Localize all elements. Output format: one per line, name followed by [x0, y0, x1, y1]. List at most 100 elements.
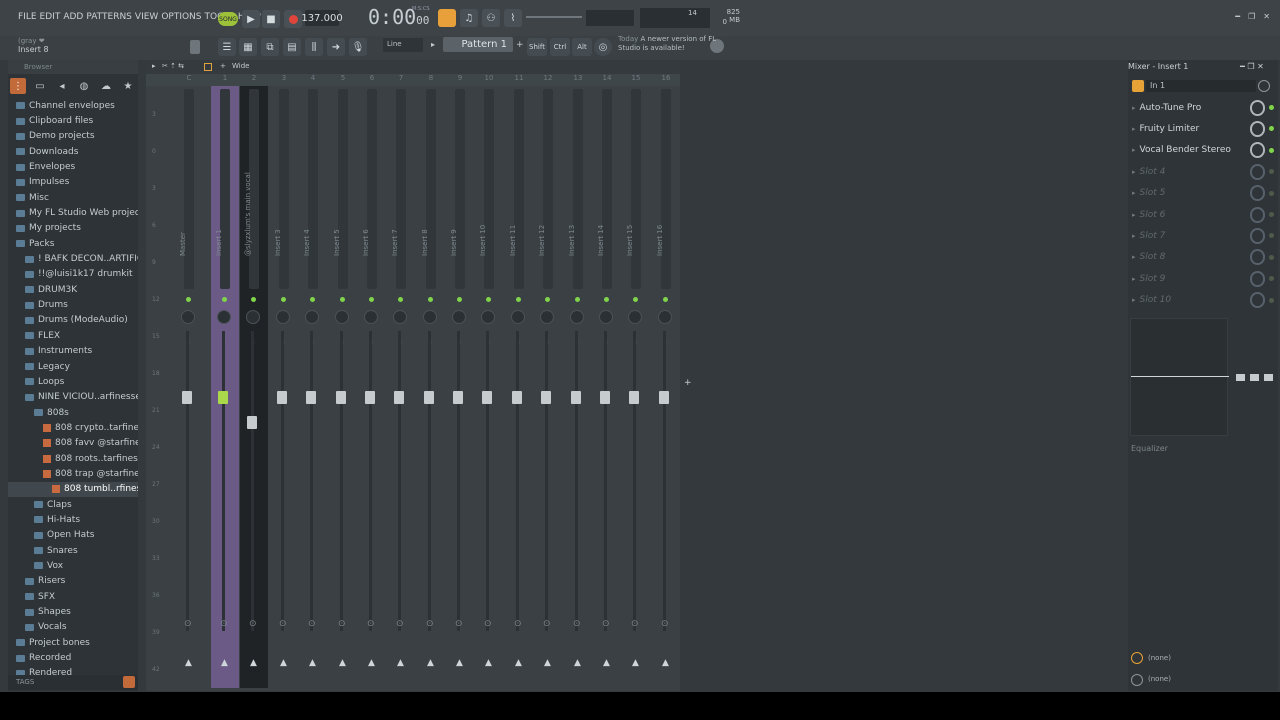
- record-button[interactable]: [284, 10, 302, 28]
- pan-knob[interactable]: [364, 310, 378, 324]
- slot-arrow-icon[interactable]: ▸: [1132, 168, 1136, 176]
- route-icon[interactable]: ⊙: [573, 619, 581, 629]
- volume-fader[interactable]: [365, 391, 375, 404]
- send-arrow-icon[interactable]: ▲: [515, 658, 522, 668]
- slot-mix-knob[interactable]: [1249, 227, 1266, 244]
- browser-item[interactable]: Misc: [8, 190, 138, 205]
- browser-item[interactable]: Impulses: [8, 175, 138, 190]
- browser-item[interactable]: Drums: [8, 297, 138, 312]
- restore-icon[interactable]: ❐: [1248, 12, 1255, 21]
- browser-item[interactable]: Shapes: [8, 604, 138, 619]
- route-icon[interactable]: ⊙: [426, 619, 434, 629]
- mixer-strip[interactable]: 2@slyzxlum's main vocal⇕⊙▲: [240, 74, 268, 688]
- browser-files-icon[interactable]: ▭: [32, 78, 48, 94]
- send-arrow-icon[interactable]: ▲: [632, 658, 639, 668]
- mute-led[interactable]: [251, 297, 256, 302]
- microphone-icon[interactable]: 🎙: [349, 38, 367, 56]
- slot-mix-knob[interactable]: [1249, 270, 1266, 287]
- pan-knob[interactable]: [452, 310, 466, 324]
- mixer-strip[interactable]: 11Insert 11⇕⊙▲: [505, 74, 533, 688]
- mixer-strip[interactable]: 1Insert 1⇕⊙▲: [211, 74, 239, 688]
- browser-star-icon[interactable]: ★: [120, 78, 136, 94]
- input-select[interactable]: In 1: [1146, 80, 1256, 92]
- effect-slot[interactable]: ▸ Fruity Limiter: [1132, 119, 1274, 138]
- strip-name[interactable]: Insert 16: [656, 196, 664, 256]
- slot-mix-knob[interactable]: [1249, 142, 1266, 159]
- volume-fader[interactable]: [306, 391, 316, 404]
- shift-button[interactable]: Shift: [527, 38, 547, 56]
- ctrl-button[interactable]: Ctrl: [550, 38, 570, 56]
- blend-notes-icon[interactable]: ♫: [460, 9, 478, 27]
- plugin-picker-icon[interactable]: ➜: [327, 38, 345, 56]
- mute-led[interactable]: [575, 297, 580, 302]
- mute-led[interactable]: [633, 297, 638, 302]
- pan-knob[interactable]: [658, 310, 672, 324]
- browser-item[interactable]: Demo projects: [8, 129, 138, 144]
- menu-edit[interactable]: EDIT: [40, 12, 61, 22]
- mute-led[interactable]: [545, 297, 550, 302]
- browser-item[interactable]: 808s: [8, 405, 138, 420]
- browser-item[interactable]: Open Hats: [8, 528, 138, 543]
- pan-knob[interactable]: [570, 310, 584, 324]
- mute-led[interactable]: [310, 297, 315, 302]
- mixer-strip[interactable]: 5Insert 5⇕⊙▲: [329, 74, 357, 688]
- browser-tag-icon[interactable]: ◂: [54, 78, 70, 94]
- mute-led[interactable]: [457, 297, 462, 302]
- send-arrow-icon[interactable]: ▲: [485, 658, 492, 668]
- browser-item[interactable]: Channel envelopes: [8, 98, 138, 113]
- strip-name[interactable]: Insert 12: [538, 196, 546, 256]
- route-icon[interactable]: ⊙: [661, 619, 669, 629]
- volume-fader[interactable]: [424, 391, 434, 404]
- volume-fader[interactable]: [482, 391, 492, 404]
- volume-fader[interactable]: [541, 391, 551, 404]
- send-arrow-icon[interactable]: ▲: [603, 658, 610, 668]
- mixer-strip[interactable]: 16Insert 16⇕⊙▲: [652, 74, 680, 688]
- send-arrow-icon[interactable]: ▲: [250, 658, 257, 668]
- route-icon[interactable]: ⊙: [631, 619, 639, 629]
- pan-knob[interactable]: [335, 310, 349, 324]
- slot-name[interactable]: Slot 7: [1140, 231, 1248, 241]
- browser-item[interactable]: 808 favv @starfinesse_: [8, 436, 138, 451]
- online-news-icon[interactable]: ◎: [594, 38, 612, 56]
- pan-knob[interactable]: [540, 310, 554, 324]
- volume-fader[interactable]: [336, 391, 346, 404]
- mixer-strip[interactable]: 10Insert 10⇕⊙▲: [475, 74, 503, 688]
- mixer-strip[interactable]: CMaster⇕⊙▲: [175, 74, 203, 688]
- slot-enable-led[interactable]: [1269, 212, 1274, 217]
- browser-item[interactable]: Clipboard files: [8, 113, 138, 128]
- pan-knob[interactable]: [423, 310, 437, 324]
- route-icon[interactable]: ⊙: [514, 619, 522, 629]
- browser-item[interactable]: Recorded: [8, 650, 138, 665]
- minimize-icon[interactable]: ━: [1235, 12, 1240, 21]
- send-arrow-icon[interactable]: ▲: [544, 658, 551, 668]
- close-icon[interactable]: ✕: [1263, 12, 1270, 21]
- pan-knob[interactable]: [628, 310, 642, 324]
- mute-led[interactable]: [398, 297, 403, 302]
- browser-item[interactable]: !!@luisi1k17 drumkit: [8, 267, 138, 282]
- slot-enable-led[interactable]: [1269, 233, 1274, 239]
- slot-mix-knob[interactable]: [1249, 163, 1266, 180]
- browser-item[interactable]: NINE VICIOU..arfinesse_: [8, 390, 138, 405]
- mixer-strip[interactable]: 4Insert 4⇕⊙▲: [299, 74, 327, 688]
- pin-icon[interactable]: [190, 40, 200, 54]
- channel-rack-icon[interactable]: ▦: [239, 38, 257, 56]
- slot-enable-led[interactable]: [1269, 190, 1274, 196]
- tempo-display[interactable]: 137.000: [301, 10, 343, 26]
- browser-item[interactable]: Loops: [8, 374, 138, 389]
- effect-slot[interactable]: ▸ Slot 6: [1132, 205, 1274, 224]
- browser-item[interactable]: 808 trap @starfinesse_: [8, 466, 138, 481]
- browser-item[interactable]: Hi-Hats: [8, 512, 138, 527]
- slot-arrow-icon[interactable]: ▸: [1132, 296, 1136, 304]
- mixer-strip[interactable]: 3Insert 3⇕⊙▲: [270, 74, 298, 688]
- volume-fader[interactable]: [600, 391, 610, 404]
- mute-led[interactable]: [281, 297, 286, 302]
- slot-name[interactable]: Slot 9: [1140, 274, 1248, 284]
- route-icon[interactable]: ⊙: [279, 619, 287, 629]
- route-icon[interactable]: ⊙: [220, 619, 228, 629]
- send-arrow-icon[interactable]: ▲: [456, 658, 463, 668]
- route-icon[interactable]: ⊙: [308, 619, 316, 629]
- browser-item[interactable]: DRUM3K: [8, 282, 138, 297]
- mixer-strip[interactable]: 12Insert 12⇕⊙▲: [534, 74, 562, 688]
- strip-name[interactable]: Insert 7: [391, 196, 399, 256]
- mixer-strip[interactable]: 8Insert 8⇕⊙▲: [417, 74, 445, 688]
